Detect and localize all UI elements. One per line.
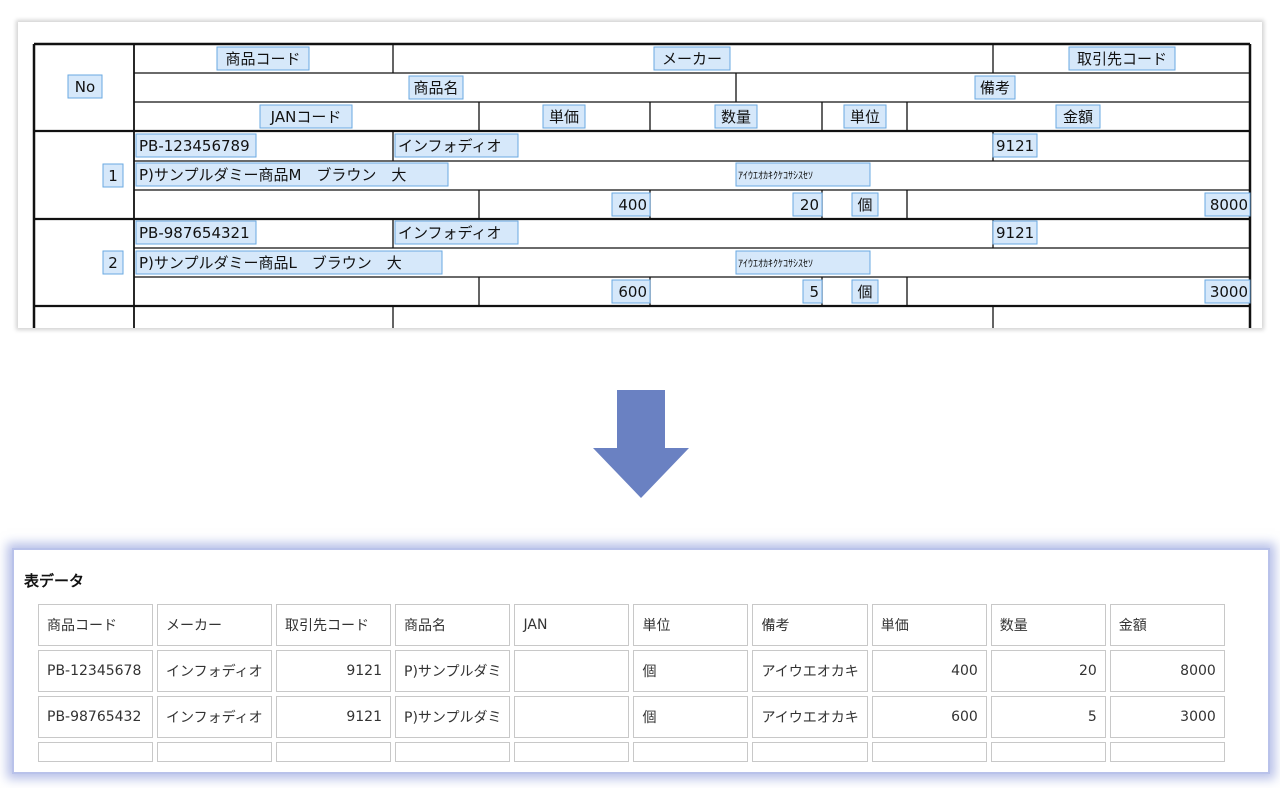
table-cell[interactable]: 9121 [276,650,391,692]
column-header[interactable]: 金額 [1109,604,1225,646]
header-jan-code: JANコード [270,108,342,126]
table-data-title: 表データ [24,572,85,590]
table-cell[interactable]: 5 [990,696,1106,738]
table-cell[interactable]: PB-98765432 [38,696,153,738]
header-supplier-code: 取引先コード [1077,50,1167,68]
table-cell[interactable]: アイウエオカキ [752,650,868,692]
column-header[interactable]: JAN [514,604,630,646]
header-unit: 単位 [850,108,880,126]
row-quantity: 20 [800,196,819,214]
header-amount: 金額 [1063,108,1093,126]
table-row-partial [38,742,1225,762]
table-cell[interactable]: P)サンプルダミ [395,696,511,738]
row-unit: 個 [857,196,872,214]
row-no: 1 [108,167,118,185]
table-row: PB-12345678 インフォディオ 9121 P)サンプルダミ 個 アイウエ… [38,650,1225,692]
table-cell[interactable] [514,650,630,692]
row-remarks: ｱｲｳｴｵｶｷｸｹｺｻｼｽｾｿ [738,258,813,270]
row-product-code: PB-123456789 [139,137,250,155]
scanned-form-panel: No 商品コード メーカー 取引先コード 商品名 備考 JANコード 単価 数量… [18,22,1262,328]
table-cell-empty [514,742,630,762]
row-product-name: P)サンプルダミー商品M ブラウン 大 [139,166,406,184]
table-row: PB-98765432 インフォディオ 9121 P)サンプルダミ 個 アイウエ… [38,696,1225,738]
table-cell-empty [395,742,511,762]
header-product-name: 商品名 [413,79,458,97]
table-cell-empty [276,742,391,762]
column-header[interactable]: 数量 [990,604,1106,646]
table-cell[interactable]: 個 [633,650,749,692]
table-cell-empty [871,742,987,762]
table-cell[interactable]: インフォディオ [157,696,272,738]
row-product-name: P)サンプルダミー商品L ブラウン 大 [139,254,402,272]
column-header[interactable]: 単位 [633,604,749,646]
table-cell[interactable]: 9121 [276,696,391,738]
table-cell[interactable]: PB-12345678 [38,650,153,692]
table-cell-empty [38,742,153,762]
column-header[interactable]: 取引先コード [276,604,391,646]
table-cell[interactable]: 400 [871,650,987,692]
table-cell-empty [990,742,1106,762]
table-cell[interactable] [514,696,630,738]
header-unit-price: 単価 [549,108,579,126]
row-maker: インフォディオ [398,137,502,155]
table-cell-empty [157,742,272,762]
header-remarks: 備考 [980,79,1010,97]
table-cell-empty [752,742,868,762]
column-header[interactable]: 備考 [752,604,868,646]
row-unit-price: 600 [618,283,647,301]
header-quantity: 数量 [721,108,751,126]
row-supplier-code: 9121 [996,224,1034,242]
row-remarks: ｱｲｳｴｵｶｷｸｹｺｻｼｽｾｿ [738,170,813,182]
row-maker: インフォディオ [398,224,502,242]
down-arrow-icon [593,390,689,498]
header-row: 商品コード メーカー 取引先コード 商品名 JAN 単位 備考 単価 数量 金額 [38,604,1225,646]
row-amount: 3000 [1210,283,1248,301]
row-unit-price: 400 [618,196,647,214]
column-header[interactable]: メーカー [157,604,272,646]
row-quantity: 5 [809,283,819,301]
header-product-code: 商品コード [225,50,300,68]
header-maker: メーカー [662,50,722,68]
row-product-code: PB-987654321 [139,224,250,242]
table-cell[interactable]: インフォディオ [157,650,272,692]
header-no: No [75,78,95,96]
table-cell[interactable]: 600 [871,696,987,738]
table-cell-empty [633,742,749,762]
table-cell[interactable]: 個 [633,696,749,738]
column-header[interactable]: 商品名 [395,604,511,646]
table-cell[interactable]: P)サンプルダミ [395,650,511,692]
table-cell-empty [1109,742,1225,762]
row-no: 2 [108,254,118,272]
table-cell[interactable]: 8000 [1109,650,1225,692]
form-grid: No 商品コード メーカー 取引先コード 商品名 備考 JANコード 単価 数量… [32,42,1252,328]
table-cell[interactable]: 20 [990,650,1106,692]
row-supplier-code: 9121 [996,137,1034,155]
data-grid: 商品コード メーカー 取引先コード 商品名 JAN 単位 備考 単価 数量 金額… [34,600,1229,766]
row-unit: 個 [857,283,872,301]
table-data-panel: 表データ 商品コード メーカー 取引先コード 商品名 JAN 単位 備考 単価 … [12,548,1270,774]
column-header[interactable]: 商品コード [38,604,153,646]
row-amount: 8000 [1210,196,1248,214]
table-cell[interactable]: アイウエオカキ [752,696,868,738]
column-header[interactable]: 単価 [871,604,987,646]
table-cell[interactable]: 3000 [1109,696,1225,738]
